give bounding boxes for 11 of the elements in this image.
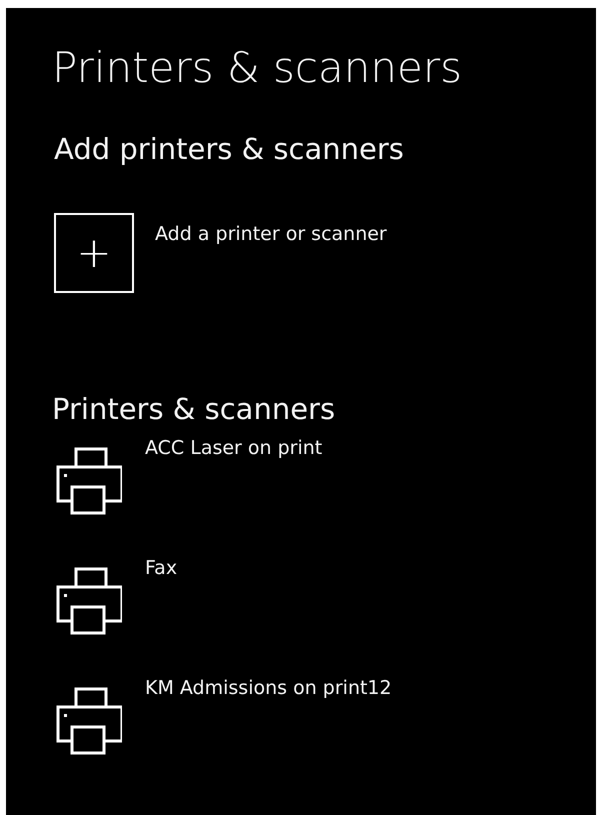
- section-heading: Printers & scanners: [52, 391, 336, 428]
- printer-name[interactable]: Fax: [145, 557, 178, 579]
- printer-icon[interactable]: [54, 687, 122, 755]
- add-printer-link[interactable]: Add a printer or scanner: [155, 223, 387, 245]
- add-button[interactable]: +: [54, 213, 134, 293]
- printer-name[interactable]: ACC Laser on print: [145, 437, 322, 459]
- page-title: Printers & scanners: [52, 42, 463, 94]
- section-heading: Add printers & scanners: [54, 131, 405, 168]
- printer-icon[interactable]: [54, 567, 122, 635]
- printer-name[interactable]: KM Admissions on print12: [145, 677, 392, 699]
- printer-icon[interactable]: [54, 447, 122, 515]
